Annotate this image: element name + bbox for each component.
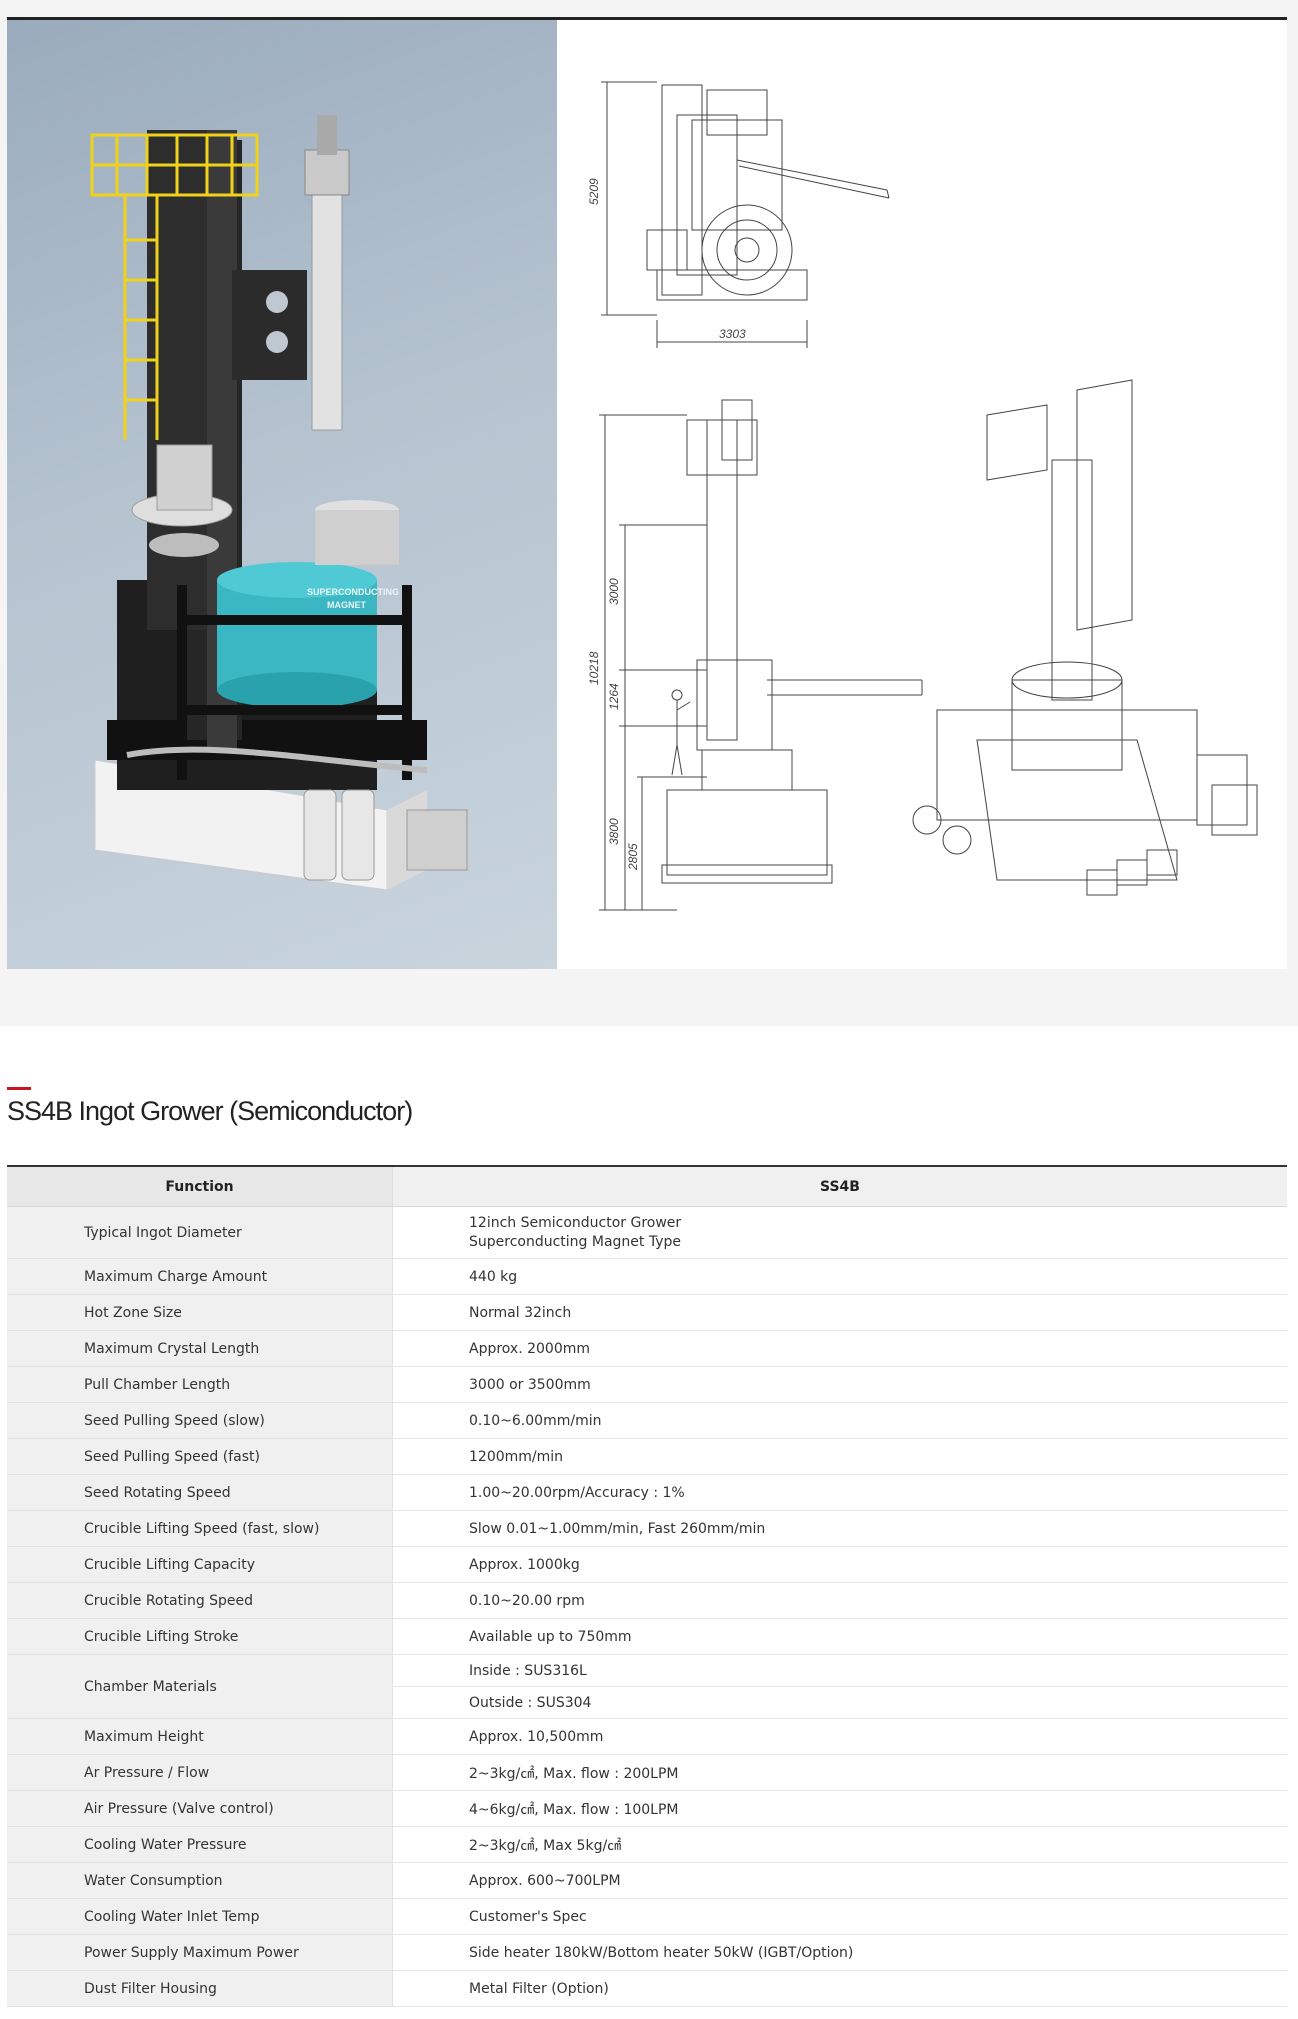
table-row: Water Consumption Approx. 600~700LPM bbox=[7, 1862, 1287, 1899]
row-value: Available up to 750mm bbox=[392, 1618, 1287, 1655]
row-value: 0.10~6.00mm/min bbox=[392, 1402, 1287, 1439]
technical-drawings-illustration: 5209 3303 10218 3000 1264 3800 2805 bbox=[587, 81, 1258, 911]
table-header-row: Function SS4B bbox=[7, 1166, 1287, 1207]
table-row: Hot Zone Size Normal 32inch bbox=[7, 1294, 1287, 1331]
table-row: Crucible Lifting Capacity Approx. 1000kg bbox=[7, 1546, 1287, 1583]
row-value: 3000 or 3500mm bbox=[392, 1366, 1287, 1403]
row-label: Typical Ingot Diameter bbox=[7, 1206, 393, 1259]
table-row: Crucible Lifting Stroke Available up to … bbox=[7, 1618, 1287, 1655]
row-label: Dust Filter Housing bbox=[7, 1970, 393, 2007]
row-label: Seed Pulling Speed (fast) bbox=[7, 1438, 393, 1475]
row-label: Cooling Water Pressure bbox=[7, 1826, 393, 1863]
row-value: 12inch Semiconductor Grower Superconduct… bbox=[392, 1206, 1287, 1259]
row-value: Customer's Spec bbox=[392, 1898, 1287, 1935]
section-title: SS4B Ingot Grower (Semiconductor) bbox=[7, 1096, 413, 1126]
row-label: Water Consumption bbox=[7, 1862, 393, 1899]
table-row: Ar Pressure / Flow 2~3kg/㎠, Max. flow : … bbox=[7, 1754, 1287, 1791]
row-value-line: 12inch Semiconductor Grower bbox=[469, 1214, 682, 1231]
row-value: Side heater 180kW/Bottom heater 50kW (IG… bbox=[392, 1934, 1287, 1971]
row-value: Approx. 2000mm bbox=[392, 1330, 1287, 1367]
row-label: Ar Pressure / Flow bbox=[7, 1754, 393, 1791]
row-label: Pull Chamber Length bbox=[7, 1366, 393, 1403]
row-value-line: Superconducting Magnet Type bbox=[469, 1233, 682, 1250]
row-label: Seed Pulling Speed (slow) bbox=[7, 1402, 393, 1439]
dimension-middle: 1264 bbox=[607, 683, 621, 710]
magnet-label-line1: SUPERCONDUCTING bbox=[307, 587, 399, 597]
row-value: 1200mm/min bbox=[392, 1438, 1287, 1475]
row-label: Air Pressure (Valve control) bbox=[7, 1790, 393, 1827]
title-accent-bar bbox=[7, 1087, 31, 1090]
table-row: Dust Filter Housing Metal Filter (Option… bbox=[7, 1970, 1287, 2007]
spec-table: Function SS4B Typical Ingot Diameter 12i… bbox=[7, 1165, 1287, 2007]
row-value: 2~3kg/㎠, Max. flow : 200LPM bbox=[392, 1754, 1287, 1791]
row-value: 4~6kg/㎠, Max. flow : 100LPM bbox=[392, 1790, 1287, 1827]
technical-drawings: 5209 3303 10218 3000 1264 3800 2805 bbox=[557, 20, 1287, 969]
table-row: Seed Rotating Speed 1.00~20.00rpm/Accura… bbox=[7, 1474, 1287, 1511]
table-row: Maximum Crystal Length Approx. 2000mm bbox=[7, 1330, 1287, 1367]
row-label: Maximum Height bbox=[7, 1718, 393, 1755]
row-label: Seed Rotating Speed bbox=[7, 1474, 393, 1511]
header-function: Function bbox=[7, 1166, 393, 1207]
row-label: Power Supply Maximum Power bbox=[7, 1934, 393, 1971]
table-row: Cooling Water Inlet Temp Customer's Spec bbox=[7, 1898, 1287, 1935]
row-label: Hot Zone Size bbox=[7, 1294, 393, 1331]
row-label: Crucible Lifting Capacity bbox=[7, 1546, 393, 1583]
row-label: Chamber Materials bbox=[7, 1654, 393, 1719]
table-row: Chamber Materials Inside : SUS316L bbox=[7, 1654, 1287, 1719]
table-row: Pull Chamber Length 3000 or 3500mm bbox=[7, 1366, 1287, 1403]
table-row: Seed Pulling Speed (slow) 0.10~6.00mm/mi… bbox=[7, 1402, 1287, 1439]
row-label: Cooling Water Inlet Temp bbox=[7, 1898, 393, 1935]
row-label: Crucible Rotating Speed bbox=[7, 1582, 393, 1619]
product-hero-image: SUPERCONDUCTING MAGNET 5209 3303 10218 3… bbox=[7, 17, 1287, 969]
row-value: Approx. 10,500mm bbox=[392, 1718, 1287, 1755]
table-row: Crucible Rotating Speed 0.10~20.00 rpm bbox=[7, 1582, 1287, 1619]
row-value: 0.10~20.00 rpm bbox=[392, 1582, 1287, 1619]
dimension-lower: 3800 bbox=[607, 818, 621, 845]
top-view-drawing bbox=[601, 81, 890, 348]
table-row: Maximum Height Approx. 10,500mm bbox=[7, 1718, 1287, 1755]
row-value: 440 kg bbox=[392, 1258, 1287, 1295]
row-value: 1.00~20.00rpm/Accuracy : 1% bbox=[392, 1474, 1287, 1511]
dimension-total-height: 10218 bbox=[587, 651, 601, 685]
header-model: SS4B bbox=[392, 1166, 1287, 1207]
machine-render-illustration: SUPERCONDUCTING MAGNET bbox=[90, 115, 468, 891]
dimension-top-width: 3303 bbox=[719, 327, 746, 341]
row-value: Slow 0.01~1.00mm/min, Fast 260mm/min bbox=[392, 1510, 1287, 1547]
row-value: Normal 32inch bbox=[392, 1294, 1287, 1331]
table-row: Crucible Lifting Speed (fast, slow) Slow… bbox=[7, 1510, 1287, 1547]
row-value: Metal Filter (Option) bbox=[392, 1970, 1287, 2007]
dimension-base: 2805 bbox=[626, 843, 640, 871]
table-row: Maximum Charge Amount 440 kg bbox=[7, 1258, 1287, 1295]
machine-render: SUPERCONDUCTING MAGNET bbox=[7, 20, 557, 969]
side-view-drawing bbox=[599, 399, 923, 911]
table-row: Typical Ingot Diameter 12inch Semiconduc… bbox=[7, 1206, 1287, 1259]
table-row: Seed Pulling Speed (fast) 1200mm/min bbox=[7, 1438, 1287, 1475]
dimension-top-height: 5209 bbox=[587, 178, 601, 205]
dimension-pull-chamber: 3000 bbox=[607, 578, 621, 605]
row-value: Approx. 600~700LPM bbox=[392, 1862, 1287, 1899]
row-value: Inside : SUS316L bbox=[392, 1654, 1287, 1687]
table-row: Air Pressure (Valve control) 4~6kg/㎠, Ma… bbox=[7, 1790, 1287, 1827]
row-label: Crucible Lifting Speed (fast, slow) bbox=[7, 1510, 393, 1547]
row-value: Outside : SUS304 bbox=[392, 1686, 1287, 1719]
isometric-drawing bbox=[912, 379, 1258, 896]
row-label: Crucible Lifting Stroke bbox=[7, 1618, 393, 1655]
row-label: Maximum Charge Amount bbox=[7, 1258, 393, 1295]
table-row: Power Supply Maximum Power Side heater 1… bbox=[7, 1934, 1287, 1971]
row-value: 2~3kg/㎠, Max 5kg/㎠ bbox=[392, 1826, 1287, 1863]
magnet-label-line2: MAGNET bbox=[327, 600, 366, 610]
row-value: Approx. 1000kg bbox=[392, 1546, 1287, 1583]
table-row: Cooling Water Pressure 2~3kg/㎠, Max 5kg/… bbox=[7, 1826, 1287, 1863]
row-label: Maximum Crystal Length bbox=[7, 1330, 393, 1367]
